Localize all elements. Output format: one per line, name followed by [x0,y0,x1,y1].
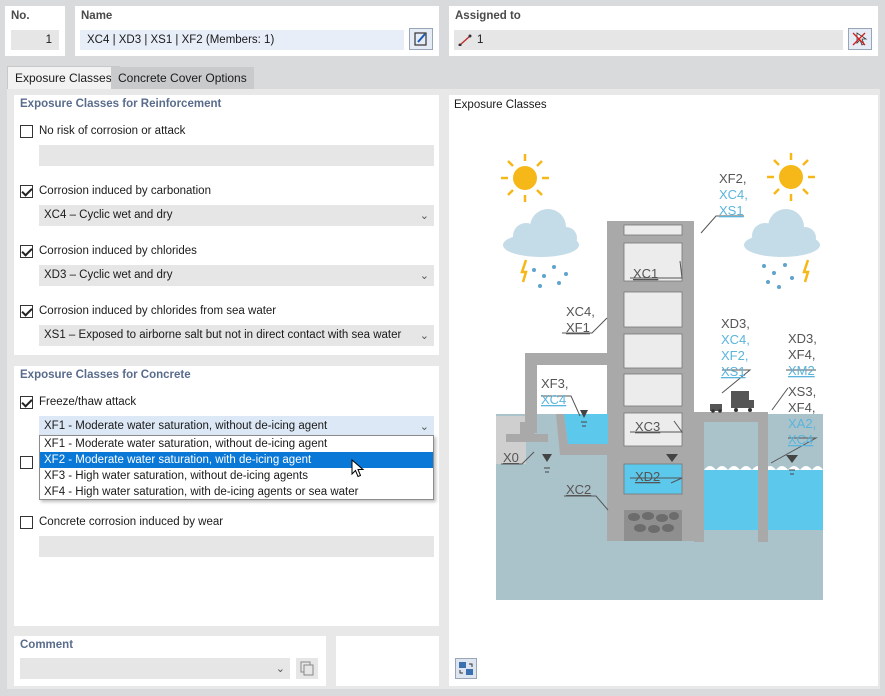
edit-name-button[interactable] [409,28,433,50]
sun-icon-right [767,153,815,201]
chlorides-value: XD3 – Cyclic wet and dry [44,269,173,281]
comment-label: Comment [20,639,74,651]
label-xf4: XF4, [788,400,815,415]
tab-exposure-classes[interactable]: Exposure Classes [7,66,120,89]
label-xf3: XF3, [541,376,568,391]
sea-water-label: Corrosion induced by chlorides from sea … [39,305,277,317]
assigned-panel: Assigned to 1 [449,6,878,56]
reinforcement-title: Exposure Classes for Reinforcement [20,98,222,110]
chlorides-label: Corrosion induced by chlorides [39,245,197,257]
no-risk-checkbox[interactable] [20,125,33,138]
select-members-button[interactable] [848,28,872,50]
label-xa2: XA2, [788,416,816,431]
label-xf4-right: XF4, [788,347,815,362]
label-x0: X0 [503,450,519,465]
freeze-label: Freeze/thaw attack [39,396,137,408]
label-xs3: XS3, [788,384,816,399]
assigned-field[interactable]: 1 [454,30,843,50]
carbonation-label: Corrosion induced by carbonation [39,185,211,197]
sea-water-value: XS1 – Exposed to airborne salt but not i… [44,329,402,341]
label-xd3-mid: XD3, [721,316,750,331]
swap-icon [459,662,473,675]
label-xf2-mid: XF2, [721,348,748,363]
chevron-down-icon: ⌄ [275,663,285,675]
truck-icon [731,391,754,412]
copy-icon [300,661,314,676]
label-xs1-top: XS1 [719,203,744,218]
rain-icon-left [532,265,568,288]
chevron-down-icon: ⌄ [419,210,429,222]
diagram-toggle-button[interactable] [455,658,477,679]
mouse-cursor-icon [351,459,365,478]
label-xm2-right: XM2 [788,363,815,378]
assigned-label: Assigned to [455,10,521,22]
rain-icon-right [762,263,794,289]
chevron-down-icon: ⌄ [419,330,429,342]
comment-copy-button[interactable] [296,658,318,679]
label-xf1-left: XF1 [566,320,590,335]
wear-label: Concrete corrosion induced by wear [39,516,224,528]
member-icon [458,34,472,46]
chevron-down-icon: ⌄ [419,270,429,282]
cloud-icon-right [744,209,820,257]
cloud-icon-left [503,209,579,257]
edit-icon [414,32,427,46]
number-field[interactable]: 1 [11,30,59,50]
dropdown-option[interactable]: XF3 - High water saturation, without de-… [40,468,433,484]
label-xc1: XC1 [633,266,658,281]
label-xd2: XD2 [635,469,660,484]
hidden-option-checkbox[interactable] [20,456,33,469]
label-xs1-mid: XS1 [721,364,746,379]
label-xc4-bottom: XC4 [788,432,813,447]
dropdown-option-selected[interactable]: XF2 - Moderate water saturation, with de… [40,452,433,468]
freeze-checkbox[interactable] [20,396,33,409]
carbonation-select[interactable]: XC4 – Cyclic wet and dry ⌄ [39,205,434,226]
label-xc4-left: XC4, [566,304,595,319]
chevron-down-icon: ⌄ [419,421,429,433]
label-xc3: XC3 [635,419,660,434]
label-xf2-top: XF2, [719,171,746,186]
tab-concrete-cover-options[interactable]: Concrete Cover Options [111,67,254,89]
freeze-select[interactable]: XF1 - Moderate water saturation, without… [39,416,434,437]
carbonation-checkbox[interactable] [20,185,33,198]
lightning-icon-right [802,259,810,283]
freeze-value: XF1 - Moderate water saturation, without… [44,420,328,432]
pick-icon [852,32,868,46]
label-xc4-mid: XC4, [721,332,750,347]
diagram-title: Exposure Classes [454,99,547,111]
freeze-dropdown-list[interactable]: XF1 - Moderate water saturation, without… [39,435,434,500]
dropdown-option[interactable]: XF1 - Moderate water saturation, without… [40,436,433,452]
sun-icon-left [501,154,549,202]
number-panel: No. 1 [5,6,65,56]
bridge [694,412,768,422]
label-xd3-right: XD3, [788,331,817,346]
chlorides-select[interactable]: XD3 – Cyclic wet and dry ⌄ [39,265,434,286]
concrete-title: Exposure Classes for Concrete [20,369,191,381]
wear-combo [39,536,434,557]
wear-checkbox[interactable] [20,516,33,529]
number-label: No. [11,10,30,22]
label-xc2: XC2 [566,482,591,497]
no-risk-label: No risk of corrosion or attack [39,125,186,137]
name-panel: Name XC4 | XD3 | XS1 | XF2 (Members: 1) [75,6,439,56]
comment-input[interactable]: ⌄ [20,658,290,679]
name-field[interactable]: XC4 | XD3 | XS1 | XF2 (Members: 1) [80,30,404,50]
name-label: Name [81,10,113,22]
sea-water-checkbox[interactable] [20,305,33,318]
car-icon [710,404,722,413]
reinforcement-section: Exposure Classes for Reinforcement No ri… [14,95,439,355]
label-xc4-basin: XC4 [541,392,566,407]
carbonation-value: XC4 – Cyclic wet and dry [44,209,173,221]
chlorides-checkbox[interactable] [20,245,33,258]
no-risk-combo [39,145,434,166]
assigned-value: 1 [477,34,484,46]
blank-panel [336,636,439,686]
exposure-diagram: XF2, XC4, XS1 XC1 XC4, XF1 XD3, XC4, XF2… [496,153,823,600]
left-canopy [525,353,609,365]
sea-water-select[interactable]: XS1 – Exposed to airborne salt but not i… [39,325,434,346]
comment-section: Comment ⌄ [14,636,326,686]
dropdown-option[interactable]: XF4 - High water saturation, with de-ici… [40,484,433,500]
lightning-icon-left [520,259,528,283]
label-xc4-top: XC4, [719,187,748,202]
